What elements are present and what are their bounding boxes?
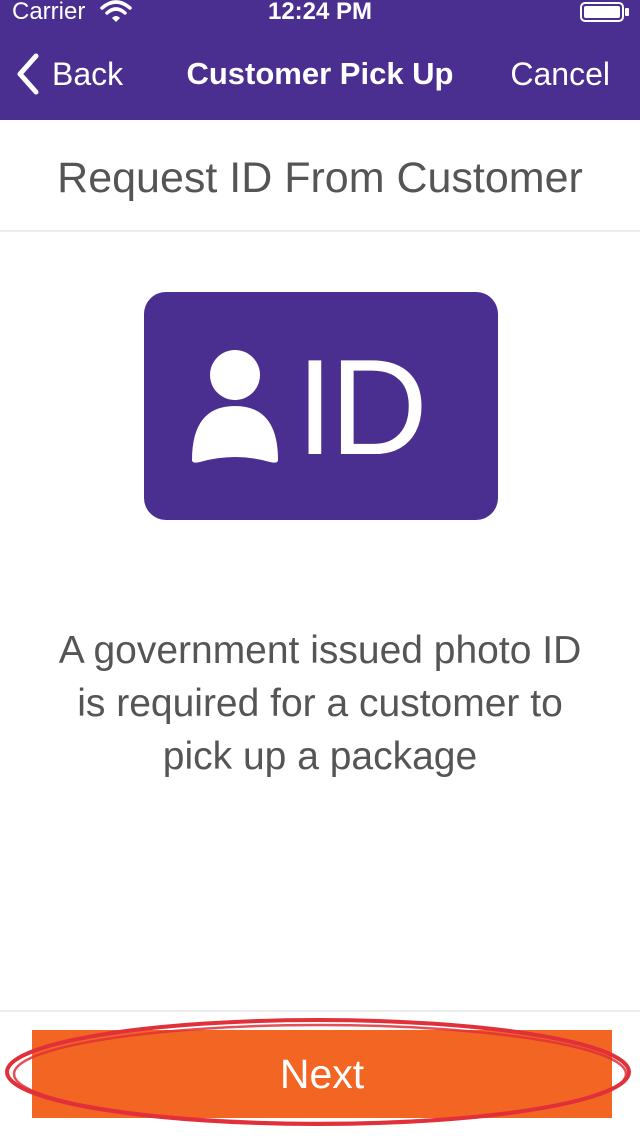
back-button[interactable]: Back [14,52,123,96]
nav-title: Customer Pick Up [186,56,454,91]
person-icon [192,350,278,463]
id-card-label: ID [296,331,428,483]
screen: Carrier 12:24 PM Back Customer Pick Up C… [0,0,640,1136]
chevron-left-icon [17,53,39,95]
status-time: 12:24 PM [267,0,373,25]
page-title: Request ID From Customer [57,154,583,202]
header: Carrier 12:24 PM Back Customer Pick Up C… [0,0,640,120]
cancel-button[interactable]: Cancel [510,52,610,96]
battery-icon [580,2,629,22]
id-requirement-description: A government issued photo ID is required… [58,629,582,778]
footer-divider [0,1010,640,1012]
title-divider [0,230,640,232]
id-card-illustration: ID [144,292,498,520]
back-label: Back [52,56,124,92]
next-button[interactable]: Next [32,1030,612,1118]
status-bar: Carrier 12:24 PM [0,0,640,28]
nav-bar: Back Customer Pick Up Cancel [0,28,640,120]
